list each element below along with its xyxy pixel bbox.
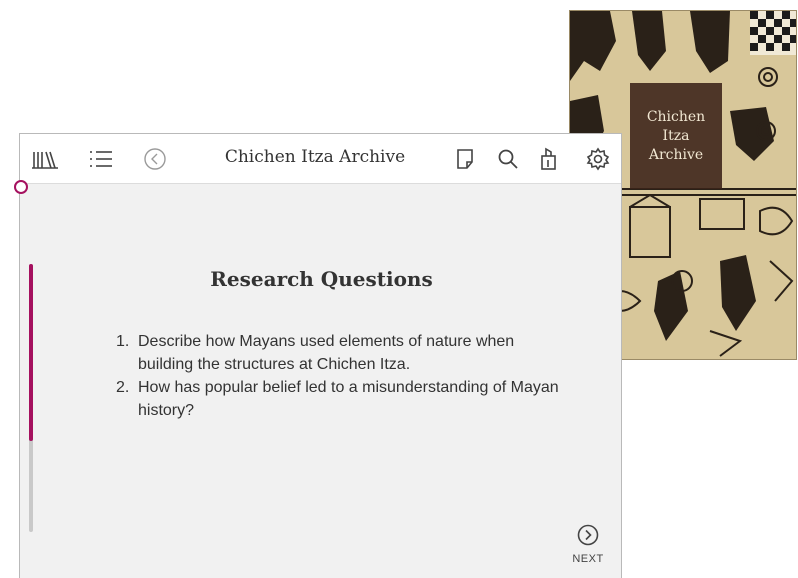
bookmark-icon[interactable] [452, 146, 478, 172]
list-item: 2. How has popular belief led to a misun… [116, 376, 566, 422]
reader-panel: Chichen Itza Archive Research Questions … [14, 133, 622, 578]
progress-marker[interactable] [14, 180, 28, 194]
list-item-number: 1. [116, 333, 130, 350]
list-item: 1. Describe how Mayans used elements of … [116, 330, 566, 376]
list-item-text: Describe how Mayans used elements of nat… [138, 333, 515, 373]
research-questions-list: 1. Describe how Mayans used elements of … [116, 330, 566, 422]
book-title: Chichen Itza Archive [224, 147, 406, 167]
settings-icon[interactable] [585, 146, 611, 172]
cover-title: Chichen Itza Archive [646, 108, 706, 163]
next-button[interactable]: NEXT [568, 524, 608, 565]
back-icon[interactable] [142, 146, 168, 172]
list-item-text: How has popular belief led to a misunder… [138, 379, 559, 419]
next-arrow-icon [577, 524, 599, 550]
cover-title-panel: Chichen Itza Archive [630, 83, 722, 189]
highlighter-icon[interactable] [536, 146, 562, 172]
library-icon[interactable] [32, 146, 58, 172]
reader-toolbar: Chichen Itza Archive [20, 134, 621, 184]
list-item-number: 2. [116, 379, 130, 396]
next-label: NEXT [572, 553, 604, 565]
list-icon[interactable] [88, 146, 114, 172]
search-icon[interactable] [495, 146, 521, 172]
section-heading: Research Questions [210, 267, 433, 291]
